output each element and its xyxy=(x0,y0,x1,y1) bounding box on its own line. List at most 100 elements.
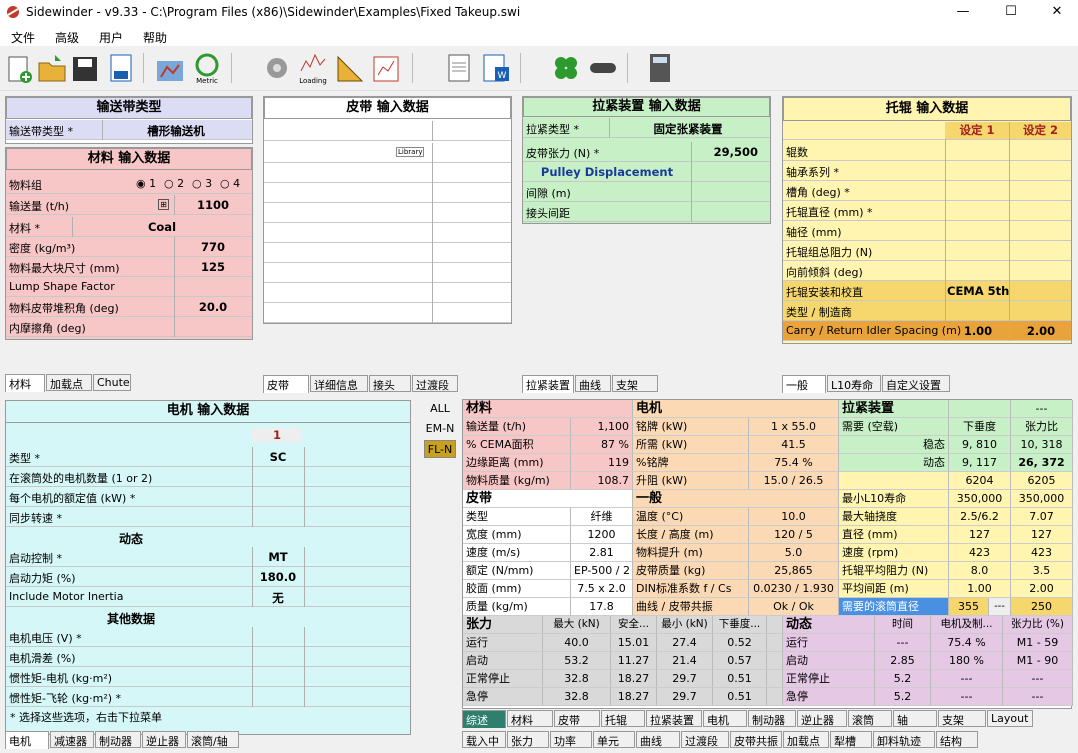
new-file-icon[interactable] xyxy=(4,51,34,85)
material-row-0[interactable]: 输送量 (t/h) 1100 ⊞ xyxy=(6,195,252,215)
idler-row-1[interactable]: 轴承系列 * xyxy=(783,161,1071,181)
throughput-calc-icon[interactable]: ⊞ xyxy=(158,199,169,210)
material-row-4[interactable]: Lump Shape Factor xyxy=(6,277,252,297)
belt-tab-1[interactable]: 详细信息 xyxy=(310,375,368,392)
motor-dyn-row-0[interactable]: 启动控制 * MT xyxy=(6,547,410,567)
summary-tab-3[interactable]: 托辊 xyxy=(601,710,645,727)
summary-tab-11[interactable]: Layout xyxy=(987,710,1033,727)
idler-set2-value[interactable]: 2.00 xyxy=(1011,324,1071,338)
idler-row-2[interactable]: 槽角 (deg) * xyxy=(783,181,1071,201)
maximize-button[interactable]: ☐ xyxy=(988,0,1034,26)
summary-tab-8[interactable]: 滚筒 xyxy=(848,710,892,727)
summary2-tab-5[interactable]: 过渡段 xyxy=(681,731,729,748)
belt-row-5[interactable] xyxy=(264,223,511,243)
material-row-3-value[interactable]: 125 xyxy=(176,260,250,274)
motor-dyn-row-2-value[interactable]: 无 xyxy=(254,590,302,606)
belt-row-0[interactable] xyxy=(264,121,511,141)
idler-tab-2[interactable]: 自定义设置 xyxy=(882,375,950,392)
library-button[interactable]: Library xyxy=(396,147,425,157)
idler-row-4[interactable]: 轴径 (mm) xyxy=(783,221,1071,241)
motor-tab-1[interactable]: 减速器 xyxy=(50,731,94,748)
material-group-radio-4[interactable]: ○ 4 xyxy=(220,177,240,190)
belt-row-2[interactable] xyxy=(264,163,511,183)
takeup-type-row[interactable]: 拉紧类型 * 固定张紧装置 xyxy=(523,118,770,138)
summary-tab-7[interactable]: 逆止器 xyxy=(797,710,847,727)
takeup-tension-value[interactable]: 29,500 xyxy=(698,145,758,159)
minimize-button[interactable]: — xyxy=(940,0,986,26)
summary2-tab-0[interactable]: 载入中 xyxy=(462,731,506,748)
belt-row-1[interactable]: Library xyxy=(264,143,511,163)
material-row-2[interactable]: 密度 (kg/m³) 770 xyxy=(6,237,252,257)
motor-tab-0[interactable]: 电机 xyxy=(5,731,49,749)
belt-row-7[interactable] xyxy=(264,263,511,283)
summary-tab-6[interactable]: 制动器 xyxy=(748,710,796,727)
material-tab-1[interactable]: 加载点 xyxy=(46,374,92,391)
takeup-clearance-row[interactable]: 间隙 (m) xyxy=(523,182,770,202)
material-group-radio-2[interactable]: ○ 2 xyxy=(164,177,184,190)
belt-tab-0[interactable]: 皮带 xyxy=(263,375,309,393)
idler-row-8[interactable]: 类型 / 制造商 xyxy=(783,301,1071,321)
summary2-tab-1[interactable]: 张力 xyxy=(507,731,549,748)
roller-icon[interactable] xyxy=(588,51,618,85)
idler-row-7[interactable]: 托辊安装和校直 CEMA 5th xyxy=(783,281,1071,301)
menu-advanced[interactable]: 高级 xyxy=(55,29,79,46)
belt-row-9[interactable] xyxy=(264,303,511,323)
material-row-0-value[interactable]: 1100 xyxy=(176,198,250,212)
belt-tab-3[interactable]: 过渡段 xyxy=(412,375,458,392)
motor-other-row-3[interactable]: 惯性矩-飞轮 (kg·m²) * xyxy=(6,687,410,707)
open-folder-icon[interactable] xyxy=(37,51,67,85)
idler-row-0[interactable]: 辊数 xyxy=(783,141,1071,161)
motor-row-2[interactable]: 每个电机的额定值 (kW) * xyxy=(6,487,410,507)
material-row-5[interactable]: 物料皮带堆积角 (deg) 20.0 xyxy=(6,297,252,317)
belt-row-4[interactable] xyxy=(264,203,511,223)
side-tab-em-n[interactable]: EM-N xyxy=(424,420,456,438)
report-icon[interactable] xyxy=(371,51,401,85)
summary-tab-10[interactable]: 支架 xyxy=(938,710,986,727)
side-tab-fl-n[interactable]: FL-N xyxy=(424,440,456,458)
idler-row-5[interactable]: 托辊组总阻力 (N) xyxy=(783,241,1071,261)
takeup-tab-2[interactable]: 支架 xyxy=(612,375,658,392)
summary-tab-0[interactable]: 综述 xyxy=(462,710,506,728)
material-row-1-value[interactable]: Coal xyxy=(74,220,250,234)
belt-row-6[interactable] xyxy=(264,243,511,263)
material-row-3[interactable]: 物料最大块尺寸 (mm) 125 xyxy=(6,257,252,277)
motor-row-0[interactable]: 类型 * SC xyxy=(6,447,410,467)
motor-dyn-row-0-value[interactable]: MT xyxy=(254,550,302,564)
cluster-icon[interactable] xyxy=(551,51,581,85)
takeup-tab-0[interactable]: 拉紧装置 xyxy=(522,375,574,393)
word-export-icon[interactable]: W xyxy=(481,51,511,85)
idler-tab-1[interactable]: L10寿命 xyxy=(827,375,881,392)
summary-tab-5[interactable]: 电机 xyxy=(703,710,747,727)
belt-row-8[interactable] xyxy=(264,283,511,303)
motor-row-3[interactable]: 同步转速 * xyxy=(6,507,410,527)
side-tab-all[interactable]: ALL xyxy=(424,400,456,418)
motor-tab-2[interactable]: 制动器 xyxy=(95,731,141,748)
material-group-radio-3[interactable]: ○ 3 xyxy=(192,177,212,190)
idler-tab-0[interactable]: 一般 xyxy=(782,375,826,393)
summary2-tab-6[interactable]: 皮带共振 xyxy=(730,731,782,748)
menu-file[interactable]: 文件 xyxy=(11,29,35,46)
summary2-tab-8[interactable]: 犁槽 xyxy=(830,731,872,748)
motor-dyn-row-1-value[interactable]: 180.0 xyxy=(254,570,302,584)
motor-row-1[interactable]: 在滚筒处的电机数量 (1 or 2) xyxy=(6,467,410,487)
motor-other-row-2[interactable]: 惯性矩-电机 (kg·m²) xyxy=(6,667,410,687)
menu-help[interactable]: 帮助 xyxy=(143,29,167,46)
motor-other-row-0[interactable]: 电机电压 (V) * xyxy=(6,627,410,647)
summary2-tab-10[interactable]: 结构 xyxy=(936,731,978,748)
summary2-tab-4[interactable]: 曲线 xyxy=(636,731,680,748)
conveyor-type-row[interactable]: 输送带类型 * 槽形输送机 xyxy=(6,120,252,140)
calculator-icon[interactable] xyxy=(645,51,675,85)
material-row-1[interactable]: 材料 * Coal xyxy=(6,217,252,237)
summary-tab-4[interactable]: 拉紧装置 xyxy=(646,710,702,727)
pulley-displacement-row[interactable]: Pulley Displacement xyxy=(523,162,770,182)
takeup-type-value[interactable]: 固定张紧装置 xyxy=(613,121,763,137)
summary2-tab-2[interactable]: 功率 xyxy=(550,731,592,748)
close-button[interactable]: ✕ xyxy=(1034,0,1078,26)
idler-set1-value[interactable]: 1.00 xyxy=(947,324,1009,338)
summary-tab-1[interactable]: 材料 xyxy=(507,710,553,727)
summary2-tab-3[interactable]: 单元 xyxy=(593,731,635,748)
pulley-displacement-label[interactable]: Pulley Displacement xyxy=(523,165,691,179)
save-as-icon[interactable] xyxy=(106,51,136,85)
material-group-radio-1[interactable]: ◉ 1 xyxy=(136,177,156,190)
gear-settings-icon[interactable] xyxy=(262,51,292,85)
